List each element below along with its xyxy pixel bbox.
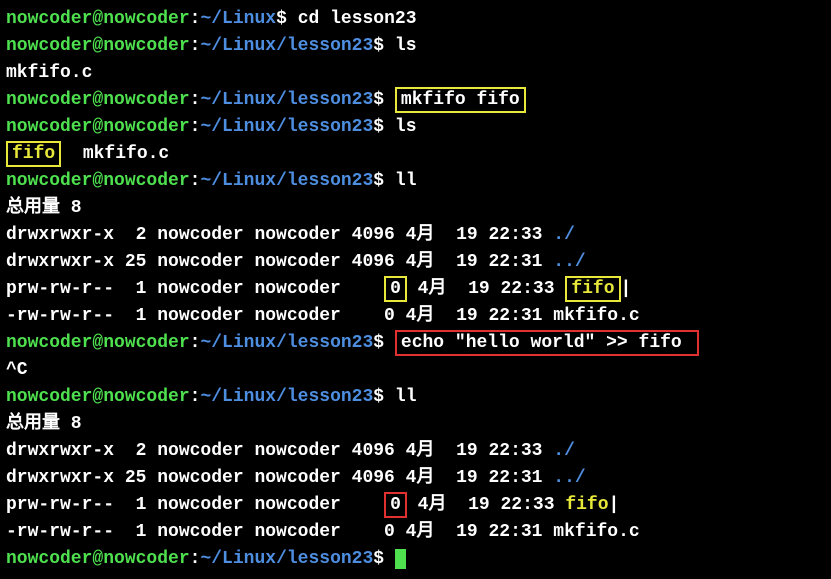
ls-output-1: mkfifo.c <box>6 60 825 87</box>
ll1-row2: drwxrwxr-x 25 nowcoder nowcoder 4096 4月 … <box>6 249 825 276</box>
cursor-icon <box>395 549 406 569</box>
ll1-row3: prw-rw-r-- 1 nowcoder nowcoder 0 4月 19 2… <box>6 276 825 303</box>
highlight-fifo-file: fifo <box>6 141 61 167</box>
ll1-row4: -rw-rw-r-- 1 nowcoder nowcoder 0 4月 19 2… <box>6 303 825 330</box>
ll1-total: 总用量 8 <box>6 195 825 222</box>
ll2-row1: drwxrwxr-x 2 nowcoder nowcoder 4096 4月 1… <box>6 438 825 465</box>
ctrl-c: ^C <box>6 357 825 384</box>
line-final-prompt: nowcoder@nowcoder:~/Linux/lesson23$ <box>6 546 825 573</box>
line-ls1: nowcoder@nowcoder:~/Linux/lesson23$ ls <box>6 33 825 60</box>
ll1-row1: drwxrwxr-x 2 nowcoder nowcoder 4096 4月 1… <box>6 222 825 249</box>
highlight-fifo-entry: fifo <box>565 276 620 302</box>
highlight-zero-size: 0 <box>384 276 407 302</box>
line-cd: nowcoder@nowcoder:~/Linux$ cd lesson23 <box>6 6 825 33</box>
highlight-echo-cmd: echo "hello world" >> fifo <box>395 330 699 356</box>
highlight-mkfifo: mkfifo fifo <box>395 87 526 113</box>
ll2-total: 总用量 8 <box>6 411 825 438</box>
line-ls2: nowcoder@nowcoder:~/Linux/lesson23$ ls <box>6 114 825 141</box>
prompt-path: ~/Linux <box>200 9 276 29</box>
line-echo: nowcoder@nowcoder:~/Linux/lesson23$ echo… <box>6 330 825 357</box>
line-mkfifo: nowcoder@nowcoder:~/Linux/lesson23$ mkfi… <box>6 87 825 114</box>
line-ll1: nowcoder@nowcoder:~/Linux/lesson23$ ll <box>6 168 825 195</box>
command-text: cd lesson23 <box>298 9 417 29</box>
terminal[interactable]: nowcoder@nowcoder:~/Linux$ cd lesson23 n… <box>6 6 825 573</box>
line-ll2: nowcoder@nowcoder:~/Linux/lesson23$ ll <box>6 384 825 411</box>
prompt-user: nowcoder@nowcoder <box>6 9 190 29</box>
ll2-row4: -rw-rw-r-- 1 nowcoder nowcoder 0 4月 19 2… <box>6 519 825 546</box>
ll2-row2: drwxrwxr-x 25 nowcoder nowcoder 4096 4月 … <box>6 465 825 492</box>
highlight-zero-size-2: 0 <box>384 492 407 518</box>
ll2-row3: prw-rw-r-- 1 nowcoder nowcoder 0 4月 19 2… <box>6 492 825 519</box>
ls-output-2: fifo mkfifo.c <box>6 141 825 168</box>
